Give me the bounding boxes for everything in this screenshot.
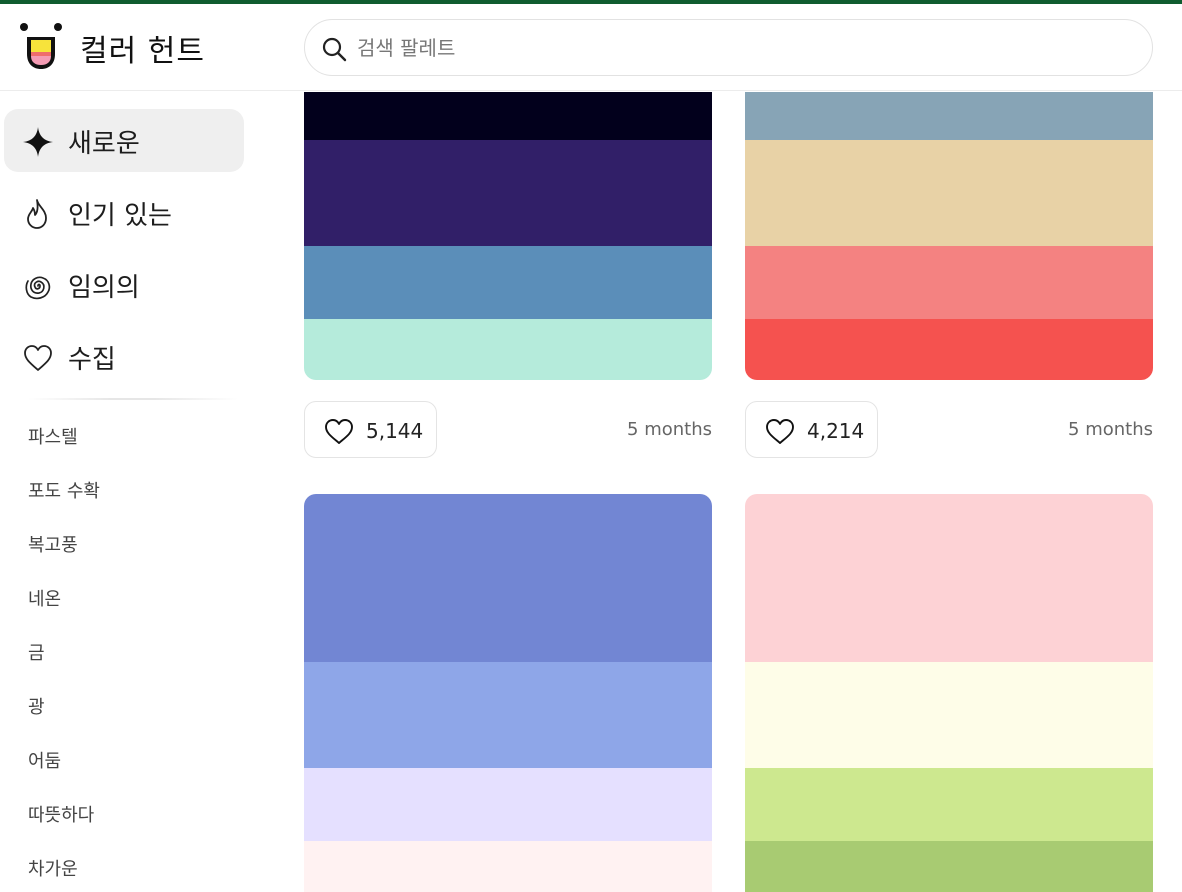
search-icon [322,37,347,62]
tag-link[interactable]: 금 [28,639,45,665]
tag-link[interactable]: 복고풍 [28,531,78,557]
sidebar: 새로운 인기 있는 임의의 수집 파스텔 포도 수확 복고풍 네온 금 광 어둠… [0,92,262,892]
nav-item-random[interactable]: 임의의 [4,253,244,316]
color-swatch[interactable] [745,319,1153,380]
palette-card[interactable] [304,494,712,892]
color-swatch[interactable] [745,494,1153,662]
palette-card[interactable] [304,92,712,380]
color-swatch[interactable] [745,662,1153,768]
color-swatch[interactable] [304,662,712,768]
post-time: 5 months [1068,419,1153,440]
like-button[interactable]: 5,144 [304,401,437,458]
color-swatch[interactable] [304,140,712,246]
nav-item-label: 임의의 [68,273,140,303]
heart-icon [766,419,794,444]
tag-link[interactable]: 포도 수확 [28,477,100,503]
palette-card[interactable] [745,494,1153,892]
palette-card[interactable] [745,92,1153,380]
tag-link[interactable]: 차가운 [28,855,78,881]
post-time: 5 months [627,419,712,440]
color-swatch[interactable] [745,92,1153,140]
color-swatch[interactable] [745,140,1153,246]
color-swatch[interactable] [304,246,712,319]
sidebar-divider [28,398,238,400]
color-hunt-logo-icon[interactable] [16,20,66,72]
like-button[interactable]: 4,214 [745,401,878,458]
like-count: 5,144 [366,419,424,443]
nav-item-label: 수집 [68,345,116,375]
heart-icon [325,419,353,444]
tag-link[interactable]: 파스텔 [28,423,78,449]
nav-item-label: 새로운 [68,129,140,159]
like-count: 4,214 [807,419,865,443]
flame-icon [27,199,47,229]
nav-item-new[interactable]: 새로운 [4,109,244,172]
color-swatch[interactable] [745,768,1153,841]
color-swatch[interactable] [745,246,1153,319]
tag-link[interactable]: 광 [28,693,45,719]
color-swatch[interactable] [304,494,712,662]
color-swatch[interactable] [304,319,712,380]
nav-item-label: 인기 있는 [68,201,172,231]
tag-link[interactable]: 따뜻하다 [28,801,94,827]
sparkle-icon [23,127,53,157]
tag-link[interactable]: 어둠 [28,747,61,773]
color-swatch[interactable] [745,841,1153,892]
spiral-icon [25,276,51,300]
search-input[interactable] [357,30,1117,66]
nav-item-collection[interactable]: 수집 [4,325,244,388]
search-bar[interactable] [304,19,1153,76]
nav-item-popular[interactable]: 인기 있는 [4,181,244,244]
tag-link[interactable]: 네온 [28,585,61,611]
color-swatch[interactable] [304,92,712,140]
heart-icon [24,345,52,371]
color-swatch[interactable] [304,768,712,841]
brand-name[interactable]: 컬러 헌트 [80,26,205,70]
header: 컬러 헌트 [0,4,1182,91]
color-swatch[interactable] [304,841,712,892]
